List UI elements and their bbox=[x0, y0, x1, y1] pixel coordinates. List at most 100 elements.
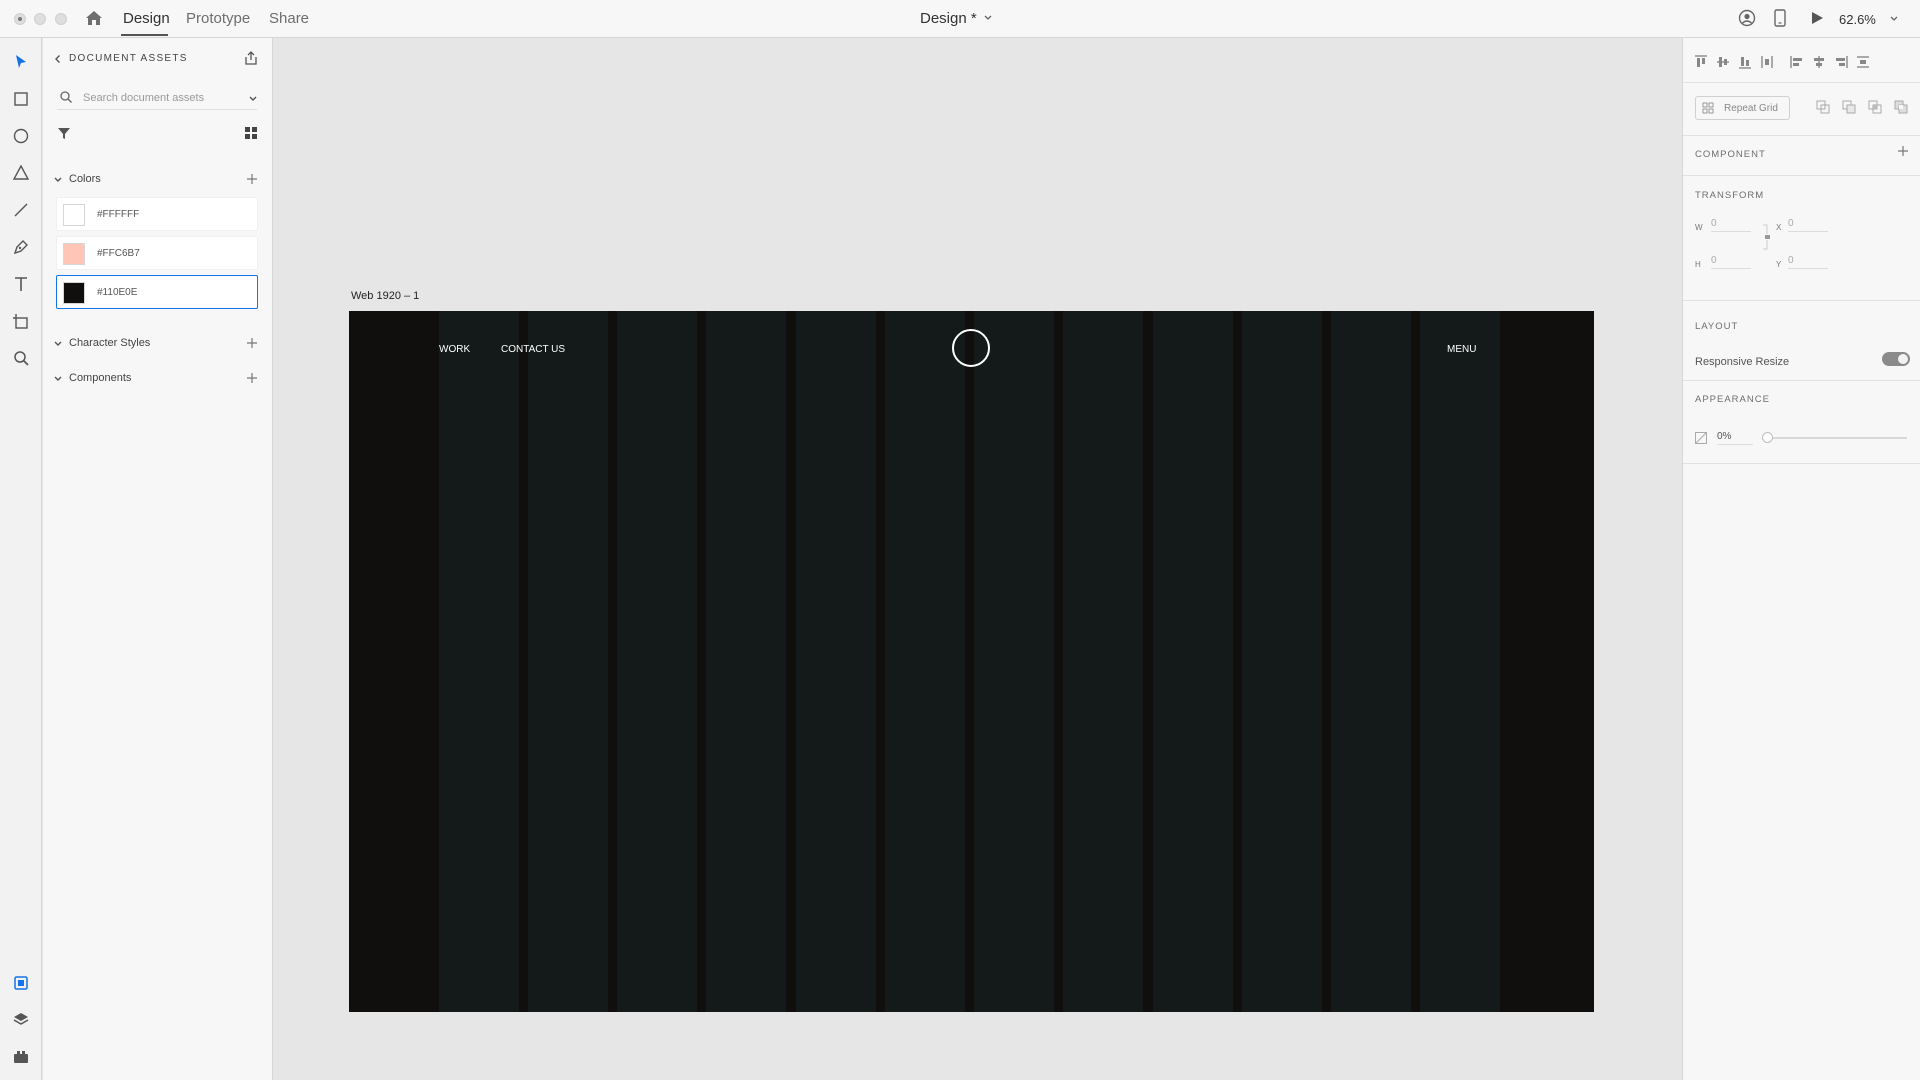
chevron-down-icon[interactable] bbox=[983, 13, 993, 23]
add-component-icon[interactable] bbox=[246, 372, 258, 384]
align-right-icon[interactable] bbox=[1833, 54, 1849, 70]
search-input[interactable] bbox=[83, 89, 233, 107]
tab-prototype[interactable]: Prototype bbox=[186, 10, 250, 27]
text-tool-icon[interactable] bbox=[11, 274, 31, 294]
artboard-tool-icon[interactable] bbox=[11, 311, 31, 331]
title-bar: Design Prototype Share Design * 62.6% bbox=[0, 0, 1920, 38]
artboard[interactable]: WORK CONTACT US MENU bbox=[349, 311, 1594, 1012]
nav-link-contact[interactable]: CONTACT US bbox=[501, 344, 565, 355]
chevron-down-icon[interactable] bbox=[53, 374, 63, 384]
layout-grid-column bbox=[617, 311, 697, 1012]
opacity-field[interactable]: 0% bbox=[1717, 431, 1753, 445]
assets-search-box[interactable] bbox=[57, 88, 257, 110]
distribute-vertical-icon[interactable] bbox=[1855, 54, 1871, 70]
color-hex-label: #FFC6B7 bbox=[97, 248, 140, 259]
color-chip bbox=[63, 243, 85, 265]
opacity-slider-track[interactable] bbox=[1767, 437, 1907, 439]
lock-icon[interactable] bbox=[1762, 222, 1772, 252]
rectangle-tool-icon[interactable] bbox=[11, 89, 31, 109]
color-swatch-item[interactable]: #FFC6B7 bbox=[56, 236, 258, 270]
boolean-intersect-icon[interactable] bbox=[1867, 99, 1883, 115]
grid-view-icon[interactable] bbox=[244, 126, 258, 140]
tab-design[interactable]: Design bbox=[123, 10, 170, 27]
window-close-button[interactable] bbox=[14, 13, 26, 25]
responsive-resize-toggle[interactable] bbox=[1882, 352, 1910, 366]
device-preview-icon[interactable] bbox=[1773, 9, 1787, 27]
polygon-tool-icon[interactable] bbox=[11, 163, 31, 183]
boolean-add-icon[interactable] bbox=[1815, 99, 1831, 115]
zoom-tool-icon[interactable] bbox=[11, 348, 31, 368]
color-swatch-item[interactable]: #110E0E bbox=[56, 275, 258, 309]
filter-icon[interactable] bbox=[57, 126, 71, 140]
color-swatch-item[interactable]: #FFFFFF bbox=[56, 197, 258, 231]
window-minimize-button[interactable] bbox=[34, 13, 46, 25]
select-tool-icon[interactable] bbox=[11, 52, 31, 72]
nav-link-work[interactable]: WORK bbox=[439, 344, 470, 355]
layout-grid-column bbox=[885, 311, 965, 1012]
chevron-down-icon[interactable] bbox=[1889, 14, 1899, 24]
chevron-down-icon[interactable] bbox=[53, 339, 63, 349]
y-field[interactable]: 0 bbox=[1788, 255, 1828, 269]
tab-share[interactable]: Share bbox=[269, 10, 309, 27]
color-hex-label: #110E0E bbox=[97, 287, 138, 298]
distribute-horizontal-icon[interactable] bbox=[1759, 54, 1775, 70]
repeat-grid-button[interactable]: Repeat Grid bbox=[1695, 96, 1790, 120]
height-label: H bbox=[1695, 260, 1701, 269]
add-character-style-icon[interactable] bbox=[246, 337, 258, 349]
add-component-icon[interactable] bbox=[1897, 145, 1909, 157]
layout-grid-column bbox=[706, 311, 786, 1012]
repeat-grid-label: Repeat Grid bbox=[1724, 103, 1778, 114]
opacity-slider-handle[interactable] bbox=[1762, 432, 1773, 443]
width-field[interactable]: 0 bbox=[1711, 218, 1751, 232]
layers-icon[interactable] bbox=[11, 1010, 31, 1030]
boolean-exclude-icon[interactable] bbox=[1893, 99, 1909, 115]
logo-circle[interactable] bbox=[952, 329, 990, 367]
pen-tool-icon[interactable] bbox=[11, 237, 31, 257]
x-field[interactable]: 0 bbox=[1788, 218, 1828, 232]
character-styles-section-header[interactable]: Character Styles bbox=[53, 336, 263, 352]
layout-grid-column bbox=[1063, 311, 1143, 1012]
align-bottom-icon[interactable] bbox=[1737, 54, 1753, 70]
home-icon[interactable] bbox=[84, 8, 104, 28]
divider bbox=[1683, 380, 1920, 381]
window-maximize-button[interactable] bbox=[55, 13, 67, 25]
layout-grid-column bbox=[528, 311, 608, 1012]
user-icon[interactable] bbox=[1738, 9, 1756, 27]
components-section-header[interactable]: Components bbox=[53, 371, 263, 387]
line-tool-icon[interactable] bbox=[11, 200, 31, 220]
align-left-icon[interactable] bbox=[1789, 54, 1805, 70]
assets-panel: DOCUMENT ASSETS Colors #FFFFFF #FFC6B7 #… bbox=[43, 38, 273, 1080]
chevron-down-icon[interactable] bbox=[53, 175, 63, 185]
chevron-down-icon[interactable] bbox=[248, 94, 258, 104]
add-color-icon[interactable] bbox=[246, 173, 258, 185]
artboard-label[interactable]: Web 1920 – 1 bbox=[351, 290, 419, 302]
export-icon[interactable] bbox=[243, 50, 259, 66]
y-label: Y bbox=[1776, 260, 1782, 269]
boolean-subtract-icon[interactable] bbox=[1841, 99, 1857, 115]
active-tab-indicator bbox=[121, 34, 168, 36]
divider bbox=[1683, 135, 1920, 136]
zoom-level[interactable]: 62.6% bbox=[1839, 12, 1876, 27]
divider bbox=[1683, 300, 1920, 301]
plugins-icon[interactable] bbox=[11, 1047, 31, 1067]
color-chip bbox=[63, 204, 85, 226]
transform-heading: TRANSFORM bbox=[1695, 190, 1765, 201]
colors-section-header[interactable]: Colors bbox=[53, 172, 263, 188]
align-middle-icon[interactable] bbox=[1715, 54, 1731, 70]
back-icon[interactable] bbox=[53, 54, 63, 64]
search-icon bbox=[60, 91, 72, 103]
ellipse-tool-icon[interactable] bbox=[11, 126, 31, 146]
design-canvas[interactable]: Web 1920 – 1 WORK CONTACT US MENU bbox=[274, 38, 1681, 1080]
opacity-icon bbox=[1695, 432, 1707, 444]
align-top-icon[interactable] bbox=[1693, 54, 1709, 70]
align-center-icon[interactable] bbox=[1811, 54, 1827, 70]
document-title[interactable]: Design * bbox=[920, 10, 977, 27]
height-field[interactable]: 0 bbox=[1711, 255, 1751, 269]
play-icon[interactable] bbox=[1809, 10, 1825, 26]
assets-icon[interactable] bbox=[11, 973, 31, 993]
repeat-grid-icon bbox=[1702, 102, 1714, 114]
nav-link-menu[interactable]: MENU bbox=[1447, 344, 1476, 355]
assets-panel-title: DOCUMENT ASSETS bbox=[69, 53, 188, 64]
tool-bar bbox=[0, 38, 42, 1080]
layout-grid-column bbox=[439, 311, 519, 1012]
